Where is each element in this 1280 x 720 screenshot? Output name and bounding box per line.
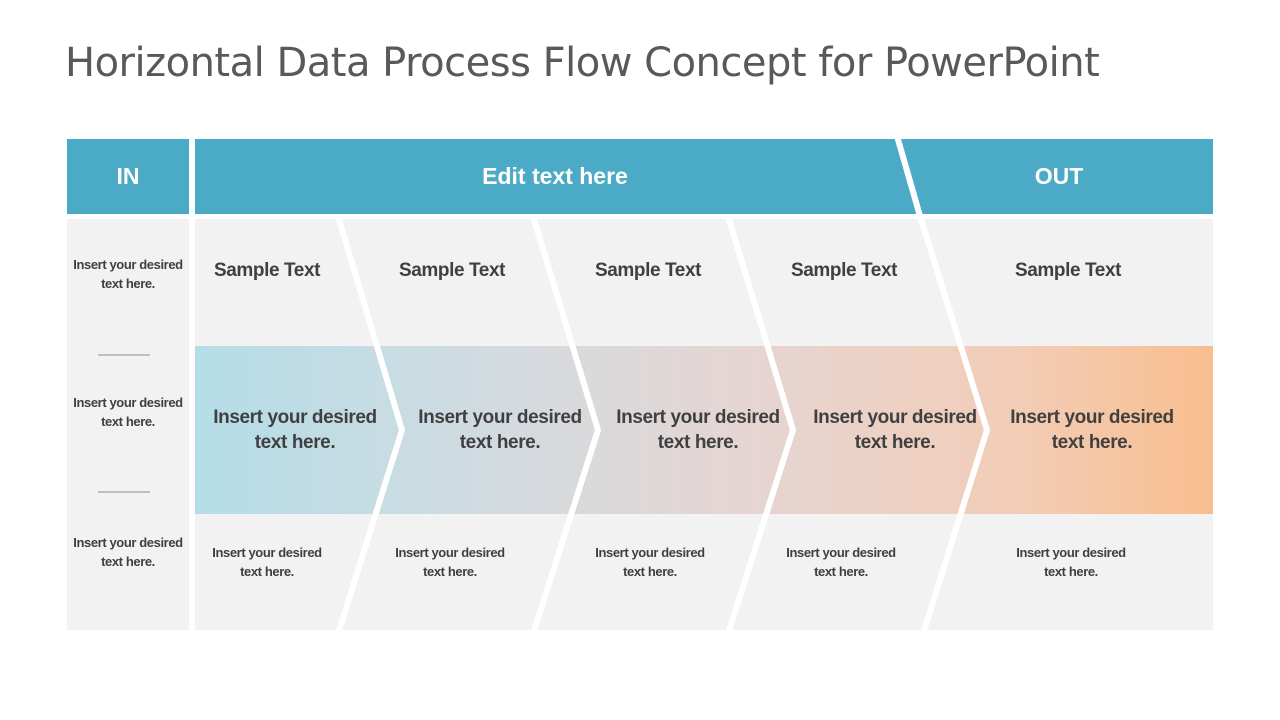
header-out-label: OUT xyxy=(1034,163,1084,189)
step-5-note: Insert your desired text here. xyxy=(1016,545,1126,579)
step-3-note: Insert your desired text here. xyxy=(595,545,705,579)
header-in-label: IN xyxy=(116,163,140,189)
header-out: OUT xyxy=(905,139,1213,214)
in-divider-2 xyxy=(98,491,150,493)
step-5-title: Sample Text xyxy=(1014,260,1122,281)
step-1-main: Insert your desired text here. xyxy=(213,407,377,453)
header-middle-label: Edit text here xyxy=(482,163,628,189)
step-3-main: Insert your desired text here. xyxy=(616,407,780,453)
step-1-title: Sample Text xyxy=(213,260,321,281)
step-4-main: Insert your desired text here. xyxy=(813,407,977,453)
in-text-3: Insert your desired text here. xyxy=(73,535,183,569)
in-text-2: Insert your desired text here. xyxy=(73,395,183,429)
step-4-note: Insert your desired text here. xyxy=(786,545,896,579)
step-4-title: Sample Text xyxy=(790,260,898,281)
in-divider-1 xyxy=(98,354,150,356)
step-3-title: Sample Text xyxy=(594,260,702,281)
step-2-title: Sample Text xyxy=(398,260,506,281)
header-middle: Edit text here xyxy=(195,139,915,214)
header-in: IN xyxy=(67,139,189,214)
step-1-note: Insert your desired text here. xyxy=(212,545,322,579)
in-column: Insert your desired text here. Insert yo… xyxy=(67,219,189,630)
in-text-1: Insert your desired text here. xyxy=(73,257,183,291)
slide-title: Horizontal Data Process Flow Concept for… xyxy=(65,40,1100,86)
step-5-main: Insert your desired text here. xyxy=(1010,407,1174,453)
step-2-note: Insert your desired text here. xyxy=(395,545,505,579)
step-2-main: Insert your desired text here. xyxy=(418,407,582,453)
